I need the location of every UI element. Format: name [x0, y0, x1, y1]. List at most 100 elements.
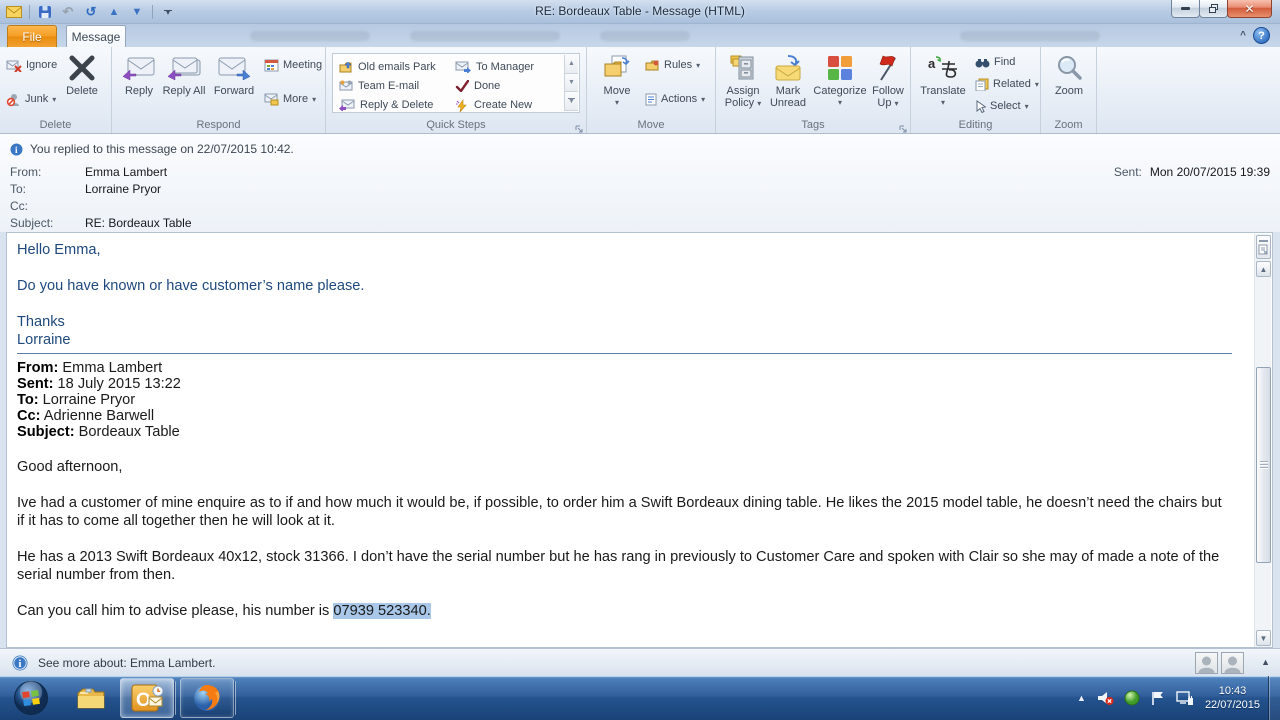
- categorize-button[interactable]: Categorize ▾: [811, 51, 869, 109]
- vertical-scrollbar[interactable]: ▲ ▼: [1254, 234, 1271, 647]
- subject-label: Subject:: [10, 216, 54, 230]
- sent-line: Sent: Mon 20/07/2015 19:39: [1114, 165, 1270, 179]
- chevron-down-icon: ▾: [614, 98, 619, 107]
- reply-separator: [17, 353, 1232, 354]
- show-desktop-button[interactable]: [1268, 676, 1280, 720]
- quick-step-team-email[interactable]: Team E-mail: [339, 78, 419, 94]
- restore-button[interactable]: [1199, 0, 1228, 18]
- reply-button[interactable]: Reply: [118, 51, 160, 97]
- ribbon-group-editing: a Translate ▾ Find Related ▾ Select ▾ Ed…: [911, 47, 1041, 133]
- glass-reflection: [960, 31, 1100, 41]
- greeting-line: Hello Emma,: [17, 242, 101, 258]
- select-button[interactable]: Select ▾: [975, 97, 1029, 115]
- quick-step-create-new[interactable]: Create New: [455, 97, 532, 113]
- ribbon-group-delete: Ignore Junk ▾ Delete Delete: [0, 47, 112, 133]
- scroll-up-icon[interactable]: ▲: [564, 55, 578, 74]
- windows-start-orb-icon: [14, 681, 48, 715]
- thanks-line: Thanks: [17, 314, 65, 330]
- reply-all-button[interactable]: Reply All: [162, 51, 206, 97]
- scroll-down-icon[interactable]: ▼: [564, 73, 578, 93]
- collapse-ribbon-icon[interactable]: ^: [1240, 30, 1246, 41]
- chevron-down-icon: ▾: [940, 98, 945, 107]
- forward-button[interactable]: Forward: [208, 51, 260, 97]
- group-label-zoom: Zoom: [1054, 119, 1083, 131]
- subject-value: RE: Bordeaux Table: [85, 216, 192, 230]
- actions-button[interactable]: Actions ▾: [645, 90, 705, 108]
- taskbar-firefox-button[interactable]: [180, 678, 236, 718]
- sent-label: Sent:: [1113, 165, 1142, 179]
- network-icon[interactable]: [1176, 690, 1194, 706]
- taskbar-outlook-button[interactable]: O: [120, 678, 176, 718]
- sent-value: Mon 20/07/2015 19:39: [1149, 165, 1270, 179]
- page-icon: [1258, 244, 1268, 254]
- folder-arrow-icon: [339, 61, 352, 72]
- minimize-button[interactable]: [1171, 0, 1200, 18]
- more-respond-button[interactable]: More ▾: [264, 90, 316, 108]
- help-button[interactable]: ?: [1253, 27, 1270, 44]
- tab-message[interactable]: Message: [66, 25, 126, 47]
- taskbar-clock[interactable]: 10:43 22/07/2015: [1205, 684, 1260, 712]
- people-pane: i See more about: Emma Lambert. ▲: [0, 648, 1280, 676]
- scroll-down-button[interactable]: ▼: [1256, 630, 1271, 646]
- quick-step-done[interactable]: Done: [455, 78, 500, 94]
- mark-unread-button[interactable]: Mark Unread: [766, 51, 810, 109]
- tab-file[interactable]: File: [7, 25, 57, 47]
- start-button[interactable]: [4, 678, 58, 718]
- assign-policy-button[interactable]: Assign Policy ▾: [720, 51, 766, 110]
- quick-step-reply-delete[interactable]: Reply & Delete: [339, 97, 433, 113]
- translate-icon: a: [928, 56, 957, 78]
- mark-unread-icon: [775, 55, 801, 81]
- ignore-button[interactable]: Ignore: [6, 56, 57, 74]
- group-label-move: Move: [637, 119, 665, 131]
- ignore-icon: [6, 60, 22, 72]
- zoom-button[interactable]: Zoom: [1049, 51, 1089, 97]
- chevron-down-icon: ▾: [52, 94, 57, 104]
- glass-reflection: [410, 31, 560, 41]
- reply-delete-icon: [339, 99, 355, 111]
- cc-label: Cc:: [10, 199, 28, 213]
- from-label: From:: [10, 165, 42, 179]
- taskbar: O ▲ 10:43 22/07/2015: [0, 676, 1280, 720]
- chevron-down-icon: ▾: [837, 98, 842, 107]
- expand-people-pane-icon[interactable]: ▲: [1261, 657, 1270, 667]
- glass-reflection: [600, 31, 690, 41]
- scrollbar-thumb[interactable]: [1256, 367, 1271, 563]
- avatar[interactable]: [1195, 652, 1218, 674]
- to-manager-icon: [455, 61, 471, 73]
- dialog-launcher-icon[interactable]: [898, 121, 908, 133]
- svg-text:i: i: [18, 658, 21, 670]
- dialog-launcher-icon[interactable]: [574, 121, 584, 133]
- scroll-up-button[interactable]: ▲: [1256, 261, 1271, 277]
- hidden-icons-chevron[interactable]: ▲: [1077, 693, 1086, 703]
- done-check-icon: [455, 80, 469, 92]
- create-new-bolt-icon: [456, 98, 467, 112]
- delete-button[interactable]: Delete: [58, 51, 106, 97]
- follow-up-button[interactable]: Follow Up ▾: [867, 51, 909, 110]
- avatar[interactable]: [1221, 652, 1244, 674]
- quoted-to: To: Lorraine Pryor: [17, 392, 136, 408]
- taskbar-explorer-button[interactable]: [64, 678, 118, 718]
- group-label-quick-steps: Quick Steps: [426, 119, 486, 131]
- status-orb-icon[interactable]: [1124, 690, 1140, 706]
- related-button[interactable]: Related ▾: [975, 75, 1039, 93]
- rules-button[interactable]: Rules ▾: [645, 56, 700, 74]
- volume-muted-icon[interactable]: [1096, 690, 1114, 706]
- close-button[interactable]: ✕: [1227, 0, 1272, 18]
- quick-step-to-manager[interactable]: To Manager: [455, 59, 534, 75]
- translate-button[interactable]: a Translate ▾: [917, 51, 969, 109]
- ribbon: Ignore Junk ▾ Delete Delete Reply Reply …: [0, 47, 1280, 134]
- message-body[interactable]: Hello Emma, Do you have known or have cu…: [6, 232, 1273, 648]
- quoted-from: From: Emma Lambert: [17, 360, 163, 376]
- move-button[interactable]: Move ▾: [595, 51, 639, 109]
- split-handle[interactable]: [1256, 235, 1271, 259]
- stacked-windows-indicator: [234, 681, 236, 715]
- quick-step-old-emails-park[interactable]: Old emails Park: [339, 59, 436, 75]
- chevron-down-icon: ▾: [894, 99, 899, 108]
- quick-steps-gallery: Old emails Park Team E-mail Reply & Dele…: [332, 53, 580, 113]
- find-button[interactable]: Find: [975, 53, 1015, 71]
- junk-button[interactable]: Junk ▾: [6, 90, 56, 108]
- action-center-flag-icon[interactable]: [1150, 690, 1166, 706]
- meeting-button[interactable]: Meeting: [264, 56, 322, 74]
- gallery-more-icon[interactable]: ▼: [564, 92, 578, 112]
- zoom-magnifier-icon: [1058, 56, 1082, 80]
